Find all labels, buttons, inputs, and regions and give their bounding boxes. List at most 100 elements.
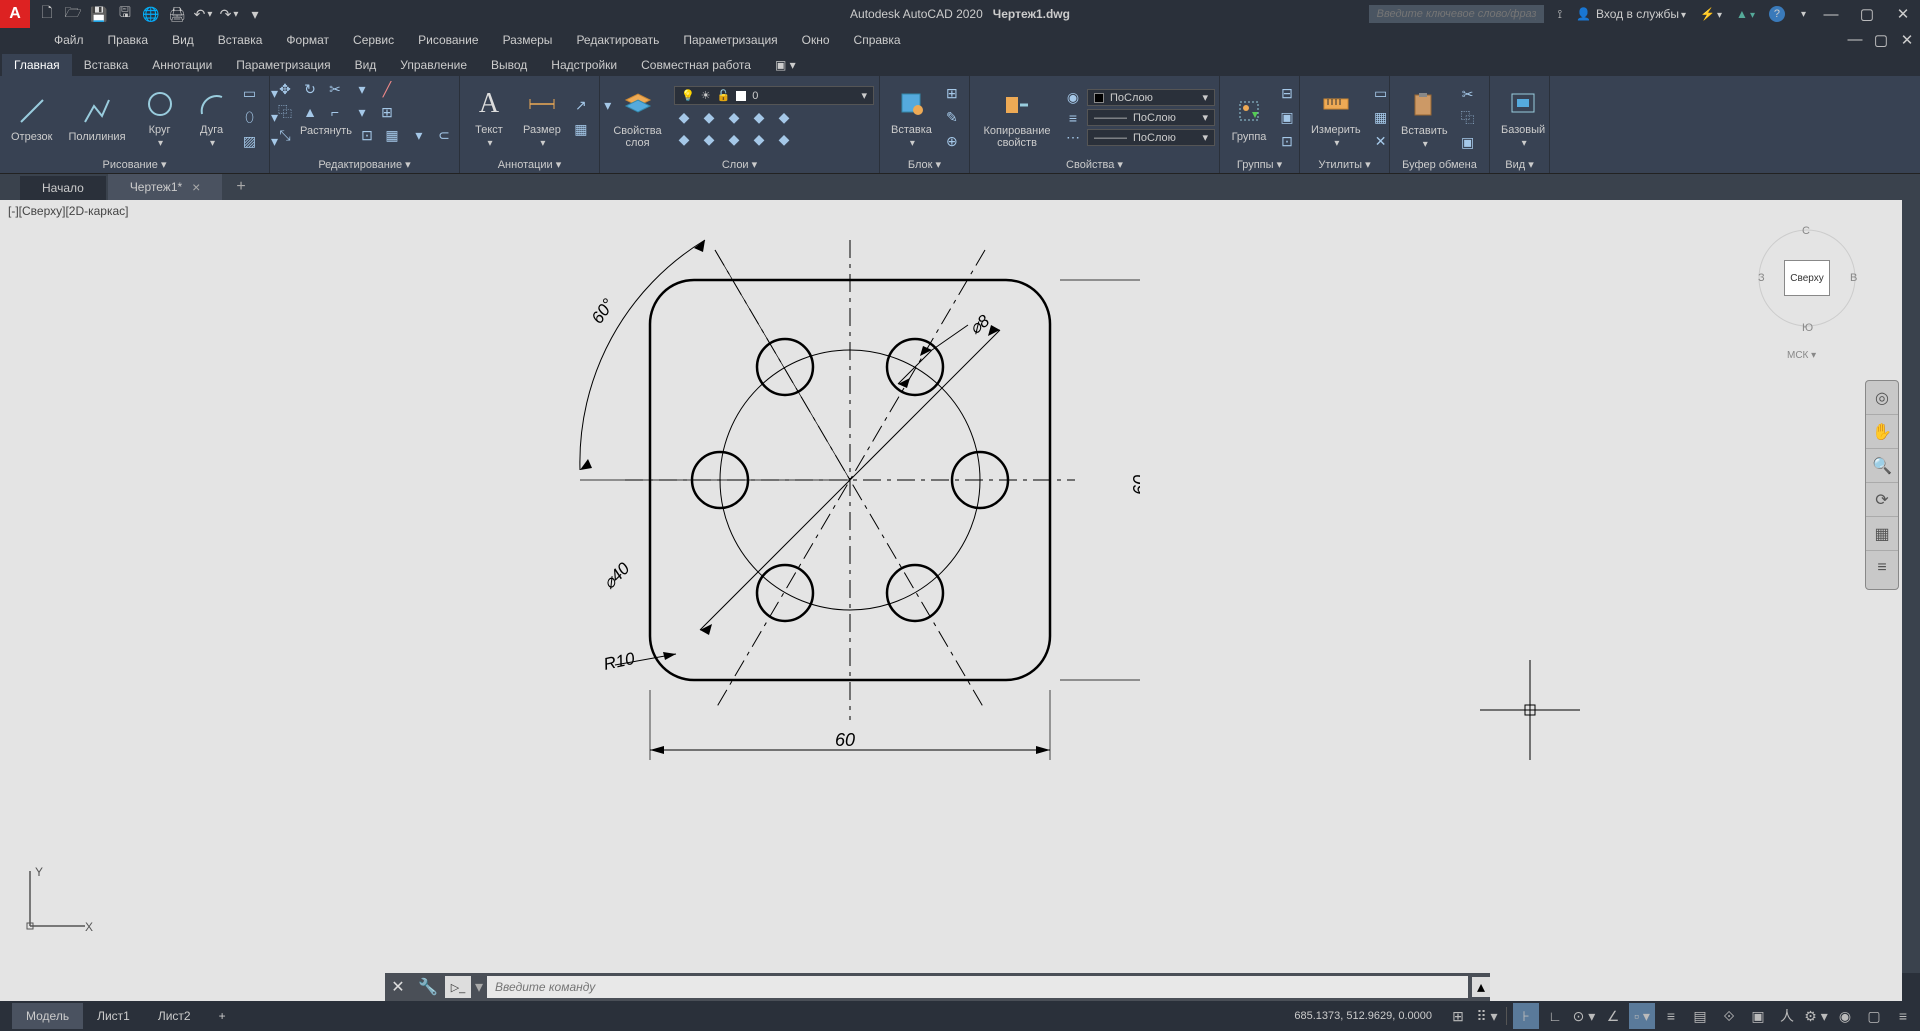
viewport-label[interactable]: [-][Сверху][2D-каркас]	[8, 204, 129, 218]
menu-help[interactable]: Справка	[842, 30, 913, 50]
login-button[interactable]: 👤Вход в службы▾	[1576, 7, 1686, 21]
tool-group[interactable]: Группа	[1225, 91, 1273, 145]
linetype-dropdown[interactable]: ———ПоСлою▾	[1087, 129, 1215, 146]
coordinates[interactable]: 685.1373, 512.9629, 0.0000	[1284, 1010, 1442, 1022]
ungroup-icon[interactable]: ⊟	[1277, 84, 1297, 104]
filetab-document[interactable]: Чертеж1*×	[108, 174, 223, 200]
viewcube-n[interactable]: С	[1802, 225, 1810, 237]
viewcube[interactable]: Сверху С Ю В З МСК ▾	[1752, 210, 1862, 350]
copy-clip-icon[interactable]: ⿻	[1458, 108, 1478, 128]
layer-icon[interactable]: ◆	[699, 129, 719, 149]
panel-clip-title[interactable]: Буфер обмена	[1395, 157, 1484, 173]
showmotion-icon[interactable]: ▦	[1866, 517, 1898, 551]
erase-icon[interactable]: ╱	[377, 79, 397, 99]
lineweight-icon[interactable]: ≡	[1063, 108, 1083, 128]
maximize-button[interactable]: ▢	[1856, 5, 1878, 23]
panel-block-title[interactable]: Блок ▾	[885, 156, 964, 173]
pan-icon[interactable]: ✋	[1866, 415, 1898, 449]
layer-icon[interactable]: ◆	[774, 107, 794, 127]
plot-icon[interactable]: 🖨	[168, 5, 186, 23]
offset-icon[interactable]: ⊂	[434, 125, 454, 145]
tab-insert[interactable]: Вставка	[72, 54, 141, 76]
modeltab-model[interactable]: Модель	[12, 1003, 83, 1029]
snap-icon[interactable]: ⠿ ▾	[1474, 1003, 1500, 1029]
tab-featured[interactable]: ▣ ▾	[763, 54, 808, 76]
paste-special-icon[interactable]: ▣	[1458, 132, 1478, 152]
tool-circle[interactable]: Круг▾	[136, 84, 184, 151]
panel-groups-title[interactable]: Группы ▾	[1225, 156, 1294, 173]
autodesk-app-icon[interactable]: ▲▾	[1736, 7, 1755, 21]
drawing-canvas[interactable]: [-][Сверху][2D-каркас]	[0, 200, 1902, 1001]
tool-measure[interactable]: Измерить▾	[1305, 84, 1367, 151]
layer-icon[interactable]: ◆	[674, 107, 694, 127]
add-layout-button[interactable]: +	[205, 1003, 240, 1029]
annomonitor-icon[interactable]: ▣	[1745, 1003, 1771, 1029]
layer-dropdown[interactable]: 💡☀🔓0▾	[674, 86, 874, 105]
array-icon[interactable]: ▦	[382, 125, 402, 145]
trim-icon[interactable]: ✂	[325, 79, 345, 99]
rect-icon[interactable]: ▭	[240, 84, 260, 104]
layer-icon[interactable]: ◆	[724, 107, 744, 127]
cmd-prompt-icon[interactable]: ▷_	[445, 976, 471, 998]
tab-annotate[interactable]: Аннотации	[140, 54, 224, 76]
wheel-icon[interactable]: ◎	[1866, 381, 1898, 415]
tool-match-props[interactable]: Копирование свойств	[975, 85, 1059, 151]
tab-parametric[interactable]: Параметризация	[224, 54, 342, 76]
app-logo[interactable]: A	[0, 0, 30, 28]
wcs-label[interactable]: МСК ▾	[1787, 350, 1816, 361]
rotate-icon[interactable]: ↻	[300, 79, 320, 99]
close-button[interactable]: ✕	[1892, 5, 1914, 23]
cleanscreen-icon[interactable]: ▢	[1861, 1003, 1887, 1029]
minimize-button[interactable]: —	[1820, 6, 1842, 23]
viewcube-w[interactable]: З	[1758, 272, 1765, 284]
menu-dimension[interactable]: Размеры	[491, 30, 565, 50]
tab-manage[interactable]: Управление	[388, 54, 479, 76]
lineweight-icon[interactable]: ≡	[1658, 1003, 1684, 1029]
edit-block-icon[interactable]: ✎	[942, 108, 962, 128]
menu-view[interactable]: Вид	[160, 30, 206, 50]
doc-close-button[interactable]: ✕	[1896, 31, 1918, 49]
help-icon[interactable]: ?	[1769, 6, 1785, 22]
layer-icon[interactable]: ◆	[749, 107, 769, 127]
panel-annot-title[interactable]: Аннотации ▾	[465, 156, 594, 173]
command-input[interactable]	[487, 976, 1468, 998]
tool-dimension[interactable]: Размер▾	[517, 84, 567, 151]
copy-icon[interactable]: ⿻	[275, 102, 295, 122]
stretch-icon[interactable]: ⤡	[275, 125, 295, 145]
panel-utils-title[interactable]: Утилиты ▾	[1305, 156, 1384, 173]
create-block-icon[interactable]: ⊞	[942, 84, 962, 104]
attrib-icon[interactable]: ⊕	[942, 132, 962, 152]
transparency-icon[interactable]: ▤	[1687, 1003, 1713, 1029]
calc-icon[interactable]: ▦	[1371, 108, 1391, 128]
tool-base-view[interactable]: Базовый▾	[1495, 84, 1551, 151]
select-icon[interactable]: ▭	[1371, 84, 1391, 104]
tool-insert-block[interactable]: Вставка▾	[885, 84, 938, 151]
save-icon[interactable]: 💾	[90, 5, 108, 23]
point-icon[interactable]: ✕	[1371, 132, 1391, 152]
menu-insert[interactable]: Вставка	[206, 30, 275, 50]
orbit-icon[interactable]: ⟳	[1866, 483, 1898, 517]
open-icon[interactable]: 🗁	[64, 5, 82, 23]
custom-icon[interactable]: ≡	[1890, 1003, 1916, 1029]
table-icon[interactable]: ▦	[571, 120, 591, 140]
add-tab-button[interactable]: +	[224, 174, 257, 200]
tab-addins[interactable]: Надстройки	[539, 54, 629, 76]
layer-icon[interactable]: ◆	[749, 129, 769, 149]
modeltab-layout1[interactable]: Лист1	[83, 1003, 144, 1029]
undo-icon[interactable]: ↶▾	[194, 5, 212, 23]
filetab-start[interactable]: Начало	[20, 176, 106, 200]
cut-icon[interactable]: ✂	[1458, 84, 1478, 104]
new-icon[interactable]: 🗋	[38, 5, 56, 23]
lineweight-dropdown[interactable]: ———ПоСлою▾	[1087, 109, 1215, 126]
hatch-icon[interactable]: ▨	[240, 132, 260, 152]
fillet-icon[interactable]: ⌐	[325, 102, 345, 122]
mirror-icon[interactable]: ▲	[300, 102, 320, 122]
tab-output[interactable]: Вывод	[479, 54, 539, 76]
linetype-icon[interactable]: ⋯	[1063, 128, 1083, 148]
cmd-history-icon[interactable]: ▴	[1472, 977, 1490, 997]
viewcube-e[interactable]: В	[1850, 272, 1857, 284]
tool-polyline[interactable]: Полилиния	[62, 91, 131, 145]
close-icon[interactable]: ×	[192, 179, 200, 195]
doc-maximize-button[interactable]: ▢	[1870, 31, 1892, 49]
web-icon[interactable]: 🌐	[142, 5, 160, 23]
